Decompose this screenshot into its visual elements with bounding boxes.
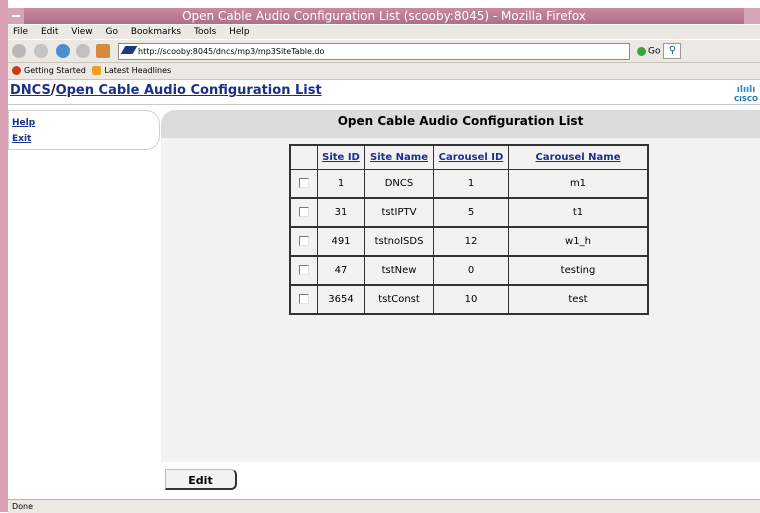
window-close-button[interactable] — [744, 8, 760, 24]
carousel-id-cell: 10 — [433, 284, 509, 315]
window-menu-button[interactable] — [8, 8, 24, 24]
go-label: Go — [648, 46, 661, 57]
row-checkbox[interactable] — [299, 236, 309, 246]
table-row: 491 tstnoISDS 12 w1_h — [289, 226, 649, 257]
header-divider — [8, 104, 760, 105]
forward-icon[interactable] — [34, 44, 48, 58]
go-icon — [637, 46, 646, 56]
firefox-icon — [12, 66, 21, 75]
window-titlebar[interactable]: Open Cable Audio Configuration List (sco… — [8, 8, 760, 24]
breadcrumb-current-link[interactable]: Open Cable Audio Configuration List — [56, 83, 322, 98]
home-icon[interactable] — [96, 44, 110, 58]
table-row: 3654 tstConst 10 test — [289, 284, 649, 315]
site-name-sort-link[interactable]: Site Name — [370, 152, 428, 163]
row-checkbox[interactable] — [299, 265, 309, 275]
site-id-cell: 31 — [317, 197, 365, 228]
cisco-logo-text: CISCO — [734, 95, 758, 103]
site-id-cell: 3654 — [317, 284, 365, 315]
row-checkbox[interactable] — [299, 207, 309, 217]
breadcrumb-dncs-link[interactable]: DNCS — [10, 83, 51, 98]
row-select-cell[interactable] — [289, 197, 318, 228]
site-id-header[interactable]: Site ID — [317, 144, 365, 170]
carousel-name-cell: testing — [508, 255, 649, 286]
left-nav: Help Exit — [8, 110, 160, 150]
site-favicon-icon — [120, 46, 138, 54]
audio-config-table: Site ID Site Name Carousel ID Carousel N… — [289, 144, 649, 315]
reload-icon[interactable] — [56, 44, 70, 58]
bookmark-latest-headlines[interactable]: Latest Headlines — [104, 66, 171, 75]
row-select-cell[interactable] — [289, 226, 318, 257]
site-id-cell: 47 — [317, 255, 365, 286]
exit-link[interactable]: Exit — [12, 134, 31, 144]
table-row: 31 tstIPTV 5 t1 — [289, 197, 649, 228]
menu-help[interactable]: Help — [229, 27, 250, 37]
carousel-name-header[interactable]: Carousel Name — [508, 144, 649, 170]
menu-view[interactable]: View — [71, 27, 92, 37]
back-icon[interactable] — [12, 44, 26, 58]
go-button[interactable]: Go ⚲ — [637, 43, 682, 60]
carousel-id-header[interactable]: Carousel ID — [433, 144, 509, 170]
carousel-name-cell: w1_h — [508, 226, 649, 257]
menu-tools[interactable]: Tools — [194, 27, 216, 37]
row-select-cell[interactable] — [289, 255, 318, 286]
bookmark-getting-started[interactable]: Getting Started — [24, 66, 86, 75]
site-id-sort-link[interactable]: Site ID — [322, 152, 360, 163]
site-name-cell: tstIPTV — [364, 197, 434, 228]
site-name-cell: tstConst — [364, 284, 434, 315]
carousel-id-sort-link[interactable]: Carousel ID — [439, 152, 504, 163]
table-row: 1 DNCS 1 m1 — [289, 169, 649, 199]
site-name-header[interactable]: Site Name — [364, 144, 434, 170]
site-name-cell: tstNew — [364, 255, 434, 286]
carousel-name-cell: test — [508, 284, 649, 315]
window-title: Open Cable Audio Configuration List (sco… — [182, 9, 586, 23]
table-header-row: Site ID Site Name Carousel ID Carousel N… — [289, 144, 649, 170]
status-bar: Done — [8, 499, 760, 513]
carousel-id-cell: 1 — [433, 169, 509, 199]
navigation-toolbar: http://scooby:8045/dncs/mp3/mp3SiteTable… — [8, 40, 760, 63]
carousel-name-cell: m1 — [508, 169, 649, 199]
panel-title: Open Cable Audio Configuration List — [161, 110, 760, 138]
menu-file[interactable]: File — [13, 27, 28, 37]
bookmarks-toolbar: Getting Started Latest Headlines — [8, 63, 760, 80]
search-icon[interactable]: ⚲ — [663, 43, 682, 59]
stop-icon[interactable] — [76, 44, 90, 58]
row-checkbox[interactable] — [299, 178, 309, 188]
row-select-cell[interactable] — [289, 169, 318, 199]
menu-bookmarks[interactable]: Bookmarks — [131, 27, 181, 37]
carousel-name-sort-link[interactable]: Carousel Name — [536, 152, 621, 163]
address-bar[interactable]: http://scooby:8045/dncs/mp3/mp3SiteTable… — [118, 43, 630, 60]
edit-button[interactable]: Edit — [165, 469, 237, 490]
help-link[interactable]: Help — [12, 118, 35, 128]
page-title: DNCS/Open Cable Audio Configuration List — [10, 83, 322, 98]
carousel-id-cell: 5 — [433, 197, 509, 228]
rss-icon — [92, 66, 102, 75]
row-select-cell[interactable] — [289, 284, 318, 315]
menu-edit[interactable]: Edit — [41, 27, 58, 37]
table-row: 47 tstNew 0 testing — [289, 255, 649, 286]
select-column-header — [289, 144, 318, 170]
window-frame-left — [0, 0, 8, 512]
site-name-cell: DNCS — [364, 169, 434, 199]
carousel-id-cell: 12 — [433, 226, 509, 257]
menu-go[interactable]: Go — [105, 27, 117, 37]
carousel-name-cell: t1 — [508, 197, 649, 228]
site-id-cell: 1 — [317, 169, 365, 199]
row-checkbox[interactable] — [299, 294, 309, 304]
site-id-cell: 491 — [317, 226, 365, 257]
status-text: Done — [12, 502, 34, 511]
address-url: http://scooby:8045/dncs/mp3/mp3SiteTable… — [138, 47, 325, 56]
cisco-bars-icon: ılıılı — [736, 85, 756, 95]
carousel-id-cell: 0 — [433, 255, 509, 286]
menubar: File Edit View Go Bookmarks Tools Help — [8, 25, 760, 39]
cisco-logo: ılıılı CISCO — [734, 85, 758, 104]
site-name-cell: tstnoISDS — [364, 226, 434, 257]
